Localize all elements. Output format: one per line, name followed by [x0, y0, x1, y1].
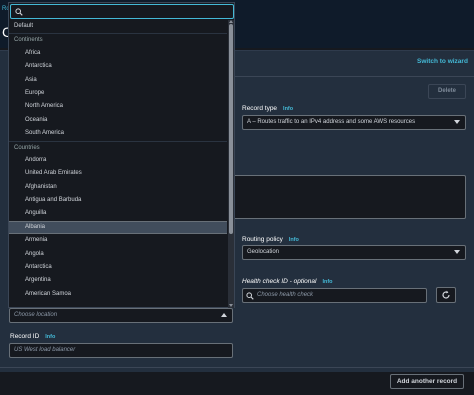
caret-down-icon: [454, 120, 460, 124]
divider: [0, 367, 474, 368]
routing-policy-info-link[interactable]: Info: [289, 237, 299, 243]
caret-down-icon: [454, 250, 460, 254]
record-id-label-text: Record ID: [10, 333, 40, 340]
location-select[interactable]: Choose location: [9, 308, 233, 323]
record-type-label-text: Record type: [242, 105, 278, 112]
option-item[interactable]: Antigua and Barbuda: [9, 194, 227, 207]
refresh-button[interactable]: [436, 287, 456, 303]
option-item[interactable]: Angola: [9, 248, 227, 261]
option-item[interactable]: Asia: [9, 74, 227, 87]
location-dropdown: Default Continents Africa Antarctica Asi…: [8, 2, 235, 308]
routing-policy-label: Routing policy Info: [242, 236, 299, 243]
option-item[interactable]: Argentina: [9, 274, 227, 287]
option-item-selected[interactable]: Albania: [9, 220, 227, 235]
add-another-record-button[interactable]: Add another record: [390, 374, 464, 389]
option-item[interactable]: Antarctica: [9, 60, 227, 73]
dropdown-options: Default Continents Africa Antarctica Asi…: [9, 20, 227, 308]
option-item[interactable]: Afghanistan: [9, 181, 227, 194]
group-label: Continents: [9, 33, 227, 46]
switch-to-wizard-link[interactable]: Switch to wizard: [417, 58, 468, 65]
option-item[interactable]: American Samoa: [9, 288, 227, 301]
divider: [232, 76, 474, 77]
record-id-label: Record ID Info: [10, 333, 55, 340]
record-id-input[interactable]: US West load balancer: [9, 343, 233, 358]
routing-policy-label-text: Routing policy: [242, 236, 283, 243]
group-label: Countries: [9, 140, 227, 154]
option-item[interactable]: Anguilla: [9, 207, 227, 220]
scroll-down-icon[interactable]: [229, 304, 233, 307]
record-id-placeholder: US West load balancer: [14, 347, 76, 353]
caret-up-icon: [221, 313, 227, 317]
value-textarea[interactable]: [232, 175, 466, 219]
record-type-value: A – Routes traffic to an IPv4 address an…: [247, 119, 416, 125]
routing-policy-value: Geolocation: [247, 249, 280, 255]
search-icon: [246, 292, 254, 300]
routing-policy-select[interactable]: Geolocation: [242, 245, 466, 260]
dropdown-scrollbar[interactable]: [228, 20, 234, 308]
health-check-input[interactable]: Choose health check: [242, 288, 427, 303]
option-item[interactable]: Oceania: [9, 114, 227, 127]
health-check-label-text: Health check ID - optional: [242, 278, 317, 285]
scrollbar-thumb[interactable]: [229, 24, 233, 234]
record-id-info-link[interactable]: Info: [45, 334, 55, 340]
record-type-label: Record type Info: [242, 105, 293, 112]
option-item[interactable]: Africa: [9, 47, 227, 60]
option-item[interactable]: South America: [9, 127, 227, 140]
health-check-placeholder: Choose health check: [257, 292, 314, 298]
option-item[interactable]: North America: [9, 100, 227, 113]
option-item[interactable]: United Arab Emirates: [9, 167, 227, 180]
option-item[interactable]: Europe: [9, 87, 227, 100]
refresh-icon: [442, 290, 450, 299]
option-item[interactable]: Armenia: [9, 234, 227, 247]
option-item[interactable]: Antarctica: [9, 261, 227, 274]
option-item[interactable]: Andorra: [9, 154, 227, 167]
search-icon: [15, 8, 23, 16]
record-type-info-link[interactable]: Info: [283, 106, 293, 112]
health-check-label: Health check ID - optional Info: [242, 278, 333, 285]
record-type-select[interactable]: A – Routes traffic to an IPv4 address an…: [242, 115, 466, 130]
location-placeholder: Choose location: [14, 312, 58, 318]
scroll-up-icon[interactable]: [229, 20, 233, 23]
option-default[interactable]: Default: [9, 20, 227, 33]
health-check-info-link[interactable]: Info: [322, 279, 332, 285]
dropdown-search-input[interactable]: [10, 4, 234, 19]
delete-button[interactable]: Delete: [428, 84, 466, 99]
